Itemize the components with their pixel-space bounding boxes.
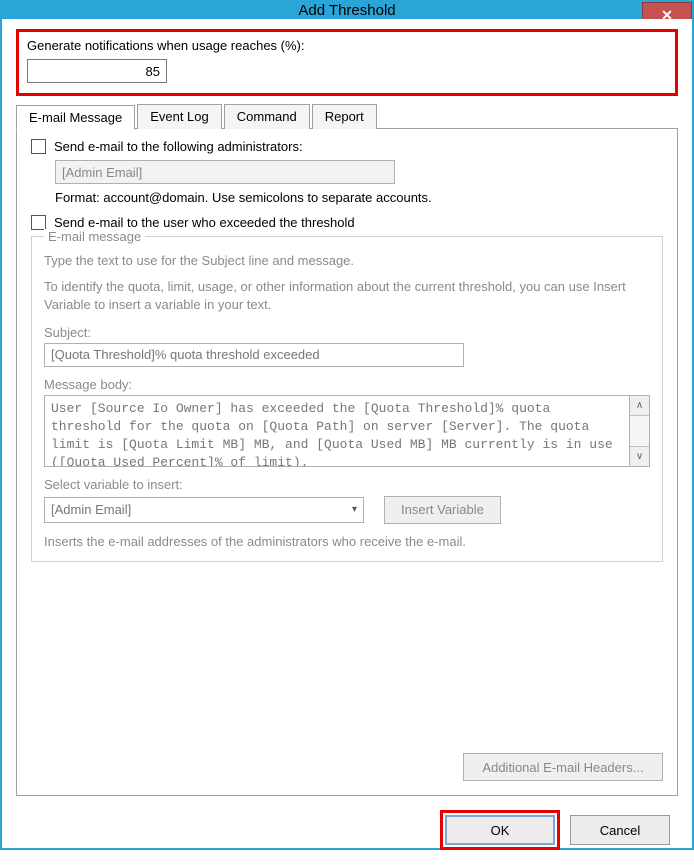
subject-label: Subject: bbox=[44, 325, 650, 340]
variable-select[interactable]: [Admin Email] ▾ bbox=[44, 497, 364, 523]
identify-hint: To identify the quota, limit, usage, or … bbox=[44, 278, 650, 314]
email-message-legend: E-mail message bbox=[44, 229, 145, 244]
cancel-button[interactable]: Cancel bbox=[570, 815, 670, 845]
dialog-window: Add Threshold ✕ Generate notifications w… bbox=[0, 0, 694, 850]
email-message-group: E-mail message Type the text to use for … bbox=[31, 236, 663, 562]
chevron-down-icon: ▾ bbox=[352, 504, 357, 515]
scroll-down-icon[interactable]: ∨ bbox=[630, 446, 649, 466]
variable-row: [Admin Email] ▾ Insert Variable bbox=[44, 496, 650, 524]
message-body-input[interactable]: User [Source Io Owner] has exceeded the … bbox=[44, 395, 630, 467]
subject-input[interactable] bbox=[44, 343, 464, 367]
body-label: Message body: bbox=[44, 377, 650, 392]
scroll-up-icon[interactable]: ∧ bbox=[630, 396, 649, 416]
format-hint: Format: account@domain. Use semicolons t… bbox=[55, 190, 663, 205]
send-user-label: Send e-mail to the user who exceeded the… bbox=[54, 215, 355, 230]
tab-eventlog[interactable]: Event Log bbox=[137, 104, 222, 129]
message-body-wrap: User [Source Io Owner] has exceeded the … bbox=[44, 395, 650, 467]
insert-description: Inserts the e-mail addresses of the admi… bbox=[44, 534, 650, 549]
admin-email-input[interactable] bbox=[55, 160, 395, 184]
scroll-track[interactable] bbox=[630, 416, 649, 446]
window-title: Add Threshold bbox=[298, 2, 395, 19]
type-hint: Type the text to use for the Subject lin… bbox=[44, 252, 650, 270]
titlebar: Add Threshold ✕ bbox=[2, 2, 692, 19]
additional-headers-button[interactable]: Additional E-mail Headers... bbox=[463, 753, 663, 781]
threshold-label: Generate notifications when usage reache… bbox=[27, 38, 667, 53]
tab-email[interactable]: E-mail Message bbox=[16, 105, 135, 130]
variable-select-value: [Admin Email] bbox=[51, 502, 131, 517]
send-user-checkbox[interactable] bbox=[31, 215, 46, 230]
ok-highlight: OK bbox=[440, 810, 560, 850]
dialog-content: Generate notifications when usage reache… bbox=[2, 19, 692, 810]
tab-report[interactable]: Report bbox=[312, 104, 377, 129]
message-body-scrollbar[interactable]: ∧ ∨ bbox=[630, 395, 650, 467]
threshold-input[interactable] bbox=[27, 59, 167, 83]
insert-variable-button[interactable]: Insert Variable bbox=[384, 496, 501, 524]
send-user-row: Send e-mail to the user who exceeded the… bbox=[31, 215, 663, 230]
send-admins-label: Send e-mail to the following administrat… bbox=[54, 139, 303, 154]
select-variable-label: Select variable to insert: bbox=[44, 477, 650, 492]
additional-headers-row: Additional E-mail Headers... bbox=[463, 753, 663, 781]
send-admins-checkbox[interactable] bbox=[31, 139, 46, 154]
tab-strip: E-mail Message Event Log Command Report bbox=[16, 104, 678, 129]
dialog-footer: OK Cancel bbox=[2, 810, 692, 868]
tab-command[interactable]: Command bbox=[224, 104, 310, 129]
send-admins-row: Send e-mail to the following administrat… bbox=[31, 139, 663, 154]
threshold-highlight: Generate notifications when usage reache… bbox=[16, 29, 678, 96]
ok-button[interactable]: OK bbox=[445, 815, 555, 845]
tab-panel-email: Send e-mail to the following administrat… bbox=[16, 128, 678, 796]
